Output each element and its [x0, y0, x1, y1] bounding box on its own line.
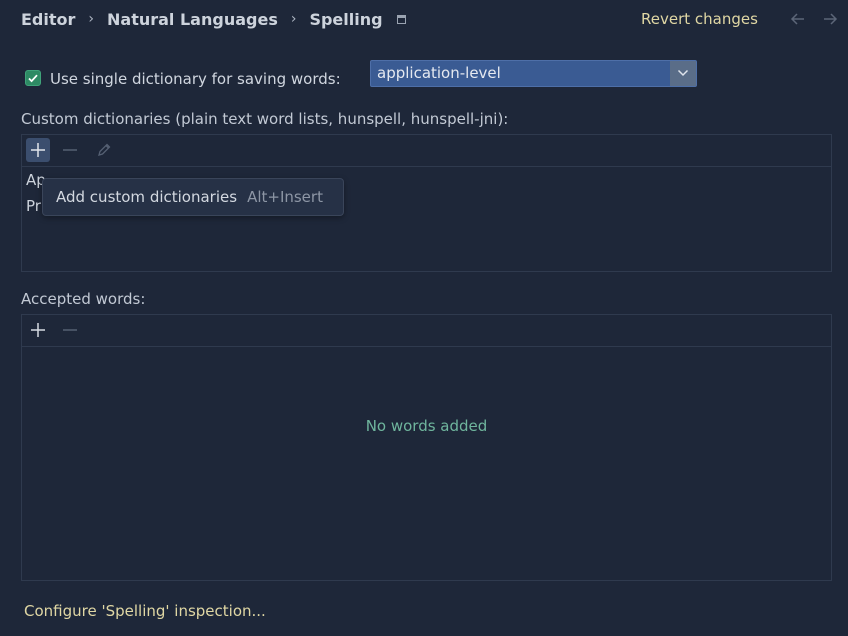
dictionary-list-item[interactable]: Pr	[26, 195, 41, 217]
custom-dictionaries-label: Custom dictionaries (plain text word lis…	[21, 110, 509, 128]
breadcrumb-item-natural-languages[interactable]: Natural Languages	[107, 10, 278, 29]
add-dictionary-button[interactable]	[26, 138, 50, 162]
custom-dictionaries-toolbar	[22, 135, 831, 167]
dictionary-level-value: application-level	[377, 64, 501, 82]
tooltip-text: Add custom dictionaries	[56, 188, 238, 206]
revert-changes-link[interactable]: Revert changes	[641, 8, 758, 30]
empty-state-text: No words added	[365, 417, 488, 435]
add-dictionary-tooltip: Add custom dictionaries Alt+Insert	[42, 178, 344, 216]
arrow-left-icon[interactable]	[790, 8, 806, 30]
accepted-words-toolbar	[22, 315, 831, 347]
breadcrumb-item-editor[interactable]: Editor	[21, 10, 75, 29]
breadcrumb-item-spelling: Spelling	[309, 9, 383, 29]
single-dictionary-checkbox[interactable]	[25, 70, 41, 86]
window-icon[interactable]	[396, 14, 406, 24]
remove-word-button[interactable]	[58, 318, 82, 342]
breadcrumb-separator: ›	[290, 11, 297, 27]
single-dictionary-label: Use single dictionary for saving words:	[50, 70, 341, 88]
accepted-words-panel: No words added	[21, 314, 832, 581]
configure-inspection-link[interactable]: Configure 'Spelling' inspection...	[24, 600, 266, 622]
add-word-button[interactable]	[26, 318, 50, 342]
breadcrumb: Editor › Natural Languages › Spelling	[21, 8, 406, 30]
chevron-down-icon[interactable]	[670, 61, 696, 86]
arrow-right-icon[interactable]	[822, 8, 838, 30]
accepted-words-label: Accepted words:	[21, 290, 146, 308]
edit-dictionary-button[interactable]	[92, 138, 116, 162]
tooltip-shortcut: Alt+Insert	[247, 188, 323, 206]
dictionary-level-select[interactable]: application-level	[370, 60, 697, 87]
breadcrumb-separator: ›	[88, 11, 95, 27]
remove-dictionary-button[interactable]	[58, 138, 82, 162]
